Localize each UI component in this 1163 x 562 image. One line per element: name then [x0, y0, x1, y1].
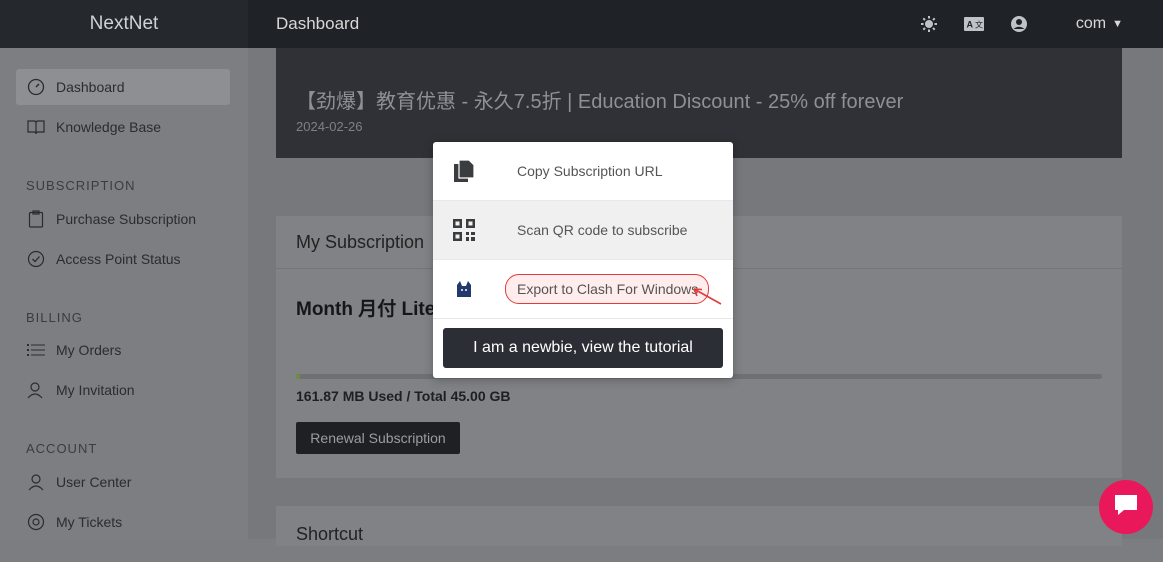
usage-text: 161.87 MB Used / Total 45.00 GB	[296, 388, 511, 404]
section-title-subscription: SUBSCRIPTION	[26, 178, 136, 193]
popup-item-label: Scan QR code to subscribe	[517, 222, 688, 238]
svg-text:文: 文	[975, 20, 983, 30]
renewal-subscription-button[interactable]: Renewal Subscription	[296, 422, 460, 454]
chat-button[interactable]	[1099, 480, 1153, 534]
usage-progress-fill	[296, 374, 301, 379]
plan-name: Month 月付 Lite	[296, 299, 436, 320]
copy-icon	[433, 159, 495, 183]
subscription-popup: Copy Subscription URL Scan QR code to su…	[433, 142, 733, 378]
notice-title: 【劲爆】教育优惠 - 永久7.5折 | Education Discount -…	[296, 91, 904, 113]
chat-icon	[1113, 493, 1139, 522]
sidebar-item-label: User Center	[56, 474, 132, 490]
translate-icon[interactable]: A文	[963, 17, 984, 31]
sidebar-item-label: Dashboard	[56, 79, 125, 95]
arrow-annotation	[693, 288, 722, 305]
sidebar-item-access-point-status[interactable]: Access Point Status	[16, 241, 230, 277]
card-header: Shortcut	[296, 524, 364, 544]
user-menu[interactable]: com ▼	[1076, 15, 1123, 33]
page-title: Dashboard	[276, 14, 360, 33]
book-icon	[16, 119, 56, 135]
sidebar-item-purchase-subscription[interactable]: Purchase Subscription	[16, 201, 230, 237]
sidebar: Dashboard Knowledge Base SUBSCRIPTION Pu…	[0, 48, 248, 539]
copy-subscription-url-item[interactable]: Copy Subscription URL	[433, 142, 733, 201]
scan-qr-code-item[interactable]: Scan QR code to subscribe	[433, 201, 733, 260]
check-circle-icon	[16, 250, 56, 268]
newbie-tutorial-button[interactable]: I am a newbie, view the tutorial	[443, 328, 723, 368]
sidebar-item-label: My Invitation	[56, 382, 135, 398]
sidebar-item-my-tickets[interactable]: My Tickets	[16, 504, 230, 540]
lifebuoy-icon	[16, 513, 56, 531]
top-bar: NextNet Dashboard A文 com ▼	[0, 0, 1163, 48]
user-circle-icon[interactable]	[1010, 15, 1028, 33]
svg-text:A: A	[966, 20, 973, 30]
sidebar-item-dashboard[interactable]: Dashboard	[16, 69, 230, 105]
sidebar-item-user-center[interactable]: User Center	[16, 464, 230, 500]
speedometer-icon	[16, 78, 56, 96]
chevron-down-icon: ▼	[1112, 18, 1123, 30]
notice-date: 2024-02-26	[296, 119, 363, 134]
sun-icon[interactable]	[920, 15, 938, 33]
user-name: com	[1075, 15, 1107, 32]
sidebar-item-label: My Orders	[56, 342, 122, 358]
export-clash-item[interactable]: Export to Clash For Windows	[433, 260, 733, 319]
users-icon	[16, 381, 56, 399]
sidebar-item-label: My Tickets	[56, 514, 123, 530]
user-icon	[16, 473, 56, 491]
brand-logo[interactable]: NextNet	[0, 0, 248, 48]
sidebar-item-my-invitation[interactable]: My Invitation	[16, 372, 230, 408]
clash-cat-icon	[433, 280, 495, 298]
qr-code-icon	[433, 219, 495, 241]
sidebar-item-label: Access Point Status	[56, 251, 181, 267]
sidebar-item-label: Knowledge Base	[56, 119, 162, 135]
sidebar-item-knowledge-base[interactable]: Knowledge Base	[16, 109, 230, 145]
sidebar-item-label: Purchase Subscription	[56, 211, 197, 227]
list-icon	[16, 343, 56, 357]
section-title-billing: BILLING	[26, 310, 83, 325]
top-icons: A文 com ▼	[894, 0, 1123, 48]
section-title-account: ACCOUNT	[26, 441, 98, 456]
popup-item-label: Export to Clash For Windows	[517, 281, 699, 297]
sidebar-item-my-orders[interactable]: My Orders	[16, 332, 230, 368]
shortcut-card: Shortcut	[276, 506, 1122, 546]
popup-item-label: Copy Subscription URL	[517, 163, 663, 179]
clipboard-icon	[16, 210, 56, 228]
